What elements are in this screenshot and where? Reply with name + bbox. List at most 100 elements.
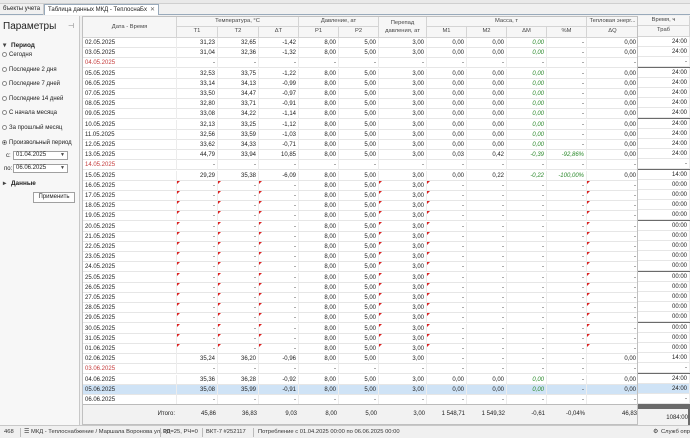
table-row[interactable]: 04.06.2025 35,36 36,28 -0,92 8,00 5,00 3,00 0,0…: [83, 374, 637, 385]
cell-time: 00:00: [638, 230, 690, 241]
table-row[interactable]: 02.05.2025 31,23 32,65 -1,42 8,00 5,00 3,00 0,0…: [83, 38, 637, 48]
col-p1-header[interactable]: P1: [299, 27, 339, 38]
col-dm-header[interactable]: ΔM: [507, 27, 547, 38]
table-row[interactable]: 24.05.2025- - -8,00 5,00 3,00- - - - -: [83, 262, 637, 273]
table-row[interactable]: 16.05.2025- - -8,00 5,00 3,00- - - - -: [83, 180, 637, 191]
cell-m2: -: [467, 262, 507, 273]
table-row[interactable]: 31.05.2025- - -8,00 5,00 3,00- - - - -: [83, 333, 637, 344]
period-option[interactable]: С начала месяца: [2, 110, 57, 116]
warning-flag-icon: [259, 191, 262, 194]
table-row[interactable]: 03.06.2025- - - - - - - - - - -: [83, 364, 637, 375]
col-pdrop-header[interactable]: Перепад давления, ат: [379, 17, 427, 38]
table-row[interactable]: 30.05.2025- - -8,00 5,00 3,00- - - - -: [83, 323, 637, 334]
table-row[interactable]: 25.05.2025- - -8,00 5,00 3,00- - - - -: [83, 272, 637, 283]
from-date-input[interactable]: 01.04.2025 ▼: [13, 151, 68, 160]
table-row[interactable]: 23.05.2025- - -8,00 5,00 3,00- - - - -: [83, 252, 637, 263]
col-pm-header[interactable]: %M: [547, 27, 587, 38]
cell-pm: -: [547, 344, 587, 354]
cell-t2: -: [218, 231, 259, 242]
cell-pm: -: [547, 140, 587, 150]
cell-d: 02.06.2025: [83, 354, 177, 365]
apply-button[interactable]: Применить: [33, 192, 75, 203]
cell-t2: 33,75: [218, 68, 259, 79]
col-m1-header[interactable]: M1: [427, 27, 467, 38]
table-row[interactable]: 19.05.2025- - -8,00 5,00 3,00- - - - -: [83, 211, 637, 222]
period-option[interactable]: Последние 2 дня: [2, 66, 57, 73]
tab-data-table[interactable]: Таблица данных МКД - ТеплоснаБх ✕: [44, 4, 159, 15]
table-row[interactable]: 05.05.2025 32,53 33,75 -1,22 8,00 5,00 3,00 0,0…: [83, 68, 637, 79]
cell-pm: -: [547, 109, 587, 120]
cell-t1: 33,14: [177, 78, 218, 89]
col-dt-header[interactable]: ΔT: [259, 27, 299, 38]
warning-flag-icon: [379, 252, 382, 256]
table-row[interactable]: 18.05.2025- - -8,00 5,00 3,00- - - - -: [83, 201, 637, 212]
table-row[interactable]: 22.05.2025- - -8,00 5,00 3,00- - - - -: [83, 242, 637, 252]
time-column-scroll-area[interactable]: Время, ч Траб 24:00 24:00-24:00 24:00 24:00…: [638, 16, 690, 425]
cell-d: 14.05.2025: [83, 160, 177, 171]
tab-objects[interactable]: бъекты учета: [0, 4, 45, 15]
warning-flag-icon: [379, 344, 382, 347]
table-row[interactable]: 29.05.2025- - -8,00 5,00 3,00- - - - -: [83, 313, 637, 324]
cell-time: 00:00: [638, 281, 690, 292]
table-row[interactable]: 15.05.2025 29,29 35,38 -6,09 8,00 5,00 3,00 0,0…: [83, 170, 637, 181]
col-trab-header[interactable]: Траб: [638, 26, 690, 37]
table-row[interactable]: 09.05.2025 33,08 34,22 -1,14 8,00 5,00 3,00 0,0…: [83, 109, 637, 120]
period-option[interactable]: Последние 7 дней: [2, 81, 60, 87]
period-option[interactable]: Сегодня: [2, 52, 32, 58]
table-row[interactable]: 12.05.2025 33,62 34,33 -0,71 8,00 5,00 3,00 0,0…: [83, 140, 637, 150]
table-row[interactable]: 01.06.2025- - -8,00 5,00 3,00- - - - -: [83, 344, 637, 354]
table-row[interactable]: 02.06.2025 35,24 36,20 -0,96 8,00 5,00 3,00- - -…: [83, 354, 637, 365]
period-option[interactable]: За прошлый месяц: [2, 125, 62, 131]
table-row[interactable]: 06.05.2025 33,14 34,13 -0,99 8,00 5,00 3,00 0,0…: [83, 78, 637, 89]
warning-flag-icon: [427, 242, 430, 245]
chevron-down-icon[interactable]: ▼: [60, 165, 65, 172]
cell-t1: 29,29: [177, 170, 218, 181]
table-row[interactable]: 04.05.2025- - - - - - - - - - -: [83, 58, 637, 69]
cell-dt: -: [259, 293, 299, 303]
cell-dt: -0,96: [259, 354, 299, 365]
cell-dt: -: [259, 303, 299, 314]
table-row[interactable]: 27.05.2025- - -8,00 5,00 3,00- - - - -: [83, 293, 637, 303]
col-t1-header[interactable]: T1: [177, 27, 218, 38]
pin-icon[interactable]: ⊣: [68, 22, 74, 30]
warning-flag-icon: [259, 293, 262, 296]
data-section[interactable]: ▸ Данные: [3, 179, 36, 187]
col-p2-header[interactable]: P2: [339, 27, 379, 38]
col-t2-header[interactable]: T2: [218, 27, 259, 38]
table-row[interactable]: 11.05.2025 32,56 33,59 -1,03 8,00 5,00 3,00 0,0…: [83, 129, 637, 140]
cell-dt: 10,85: [259, 150, 299, 161]
col-m2-header[interactable]: M2: [467, 27, 507, 38]
table-row[interactable]: 14.05.2025- - - - - - - - - - -: [83, 160, 637, 171]
table-row[interactable]: 26.05.2025- - -8,00 5,00 3,00- - - - -: [83, 282, 637, 293]
warning-flag-icon: [177, 272, 180, 276]
table-row[interactable]: 07.05.2025 33,50 34,47 -0,97 8,00 5,00 3,00 0,0…: [83, 89, 637, 99]
chevron-down-icon[interactable]: ▼: [60, 152, 65, 159]
table-row[interactable]: 08.05.2025 32,80 33,71 -0,91 8,00 5,00 3,00 0,0…: [83, 99, 637, 110]
cell-dm: 0,00: [507, 140, 547, 150]
period-option[interactable]: Последние 14 дней: [2, 95, 63, 102]
cell-t1: 33,50: [177, 89, 218, 99]
period-option[interactable]: Произвольный период: [2, 139, 72, 146]
col-dq-header[interactable]: ΔQ: [587, 27, 637, 38]
cell-t1: -: [177, 333, 218, 344]
col-date-header[interactable]: Дата - Время: [83, 17, 177, 38]
table-row[interactable]: 17.05.2025- - -8,00 5,00 3,00- - - - -: [83, 191, 637, 201]
cell-m2: -: [467, 344, 507, 354]
to-date-input[interactable]: 06.06.2025 ▼: [13, 164, 68, 173]
warning-flag-icon: [177, 313, 180, 317]
cell-p1: 8,00: [299, 333, 339, 344]
cell-dq: 0,00: [587, 48, 637, 58]
table-row[interactable]: 21.05.2025- - -8,00 5,00 3,00- - - - -: [83, 231, 637, 242]
table-row[interactable]: 20.05.2025- - -8,00 5,00 3,00- - - - -: [83, 221, 637, 232]
cell-dp: 3,00: [379, 344, 427, 354]
period-section[interactable]: ▾ Период: [3, 41, 35, 49]
table-row[interactable]: 03.05.2025 31,04 32,36 -1,32 8,00 5,00 3,00 0,0…: [83, 48, 637, 59]
cell-pm: -: [547, 38, 587, 48]
cell-time: 24:00: [638, 128, 690, 139]
table-row[interactable]: 28.05.2025- - -8,00 5,00 3,00- - - - -: [83, 303, 637, 314]
table-row[interactable]: 10.05.2025 32,13 33,25 -1,12 8,00 5,00 3,00 0,0…: [83, 119, 637, 130]
table-row[interactable]: 05.06.2025 35,08 35,99 -0,91 8,00 5,00 3,00 0,0…: [83, 384, 637, 395]
cell-t2: 33,59: [218, 129, 259, 140]
table-row[interactable]: 13.05.2025 44,79 33,94 10,85 8,00 5,00 3,00 0,0…: [83, 150, 637, 161]
close-icon[interactable]: ✕: [150, 7, 155, 13]
